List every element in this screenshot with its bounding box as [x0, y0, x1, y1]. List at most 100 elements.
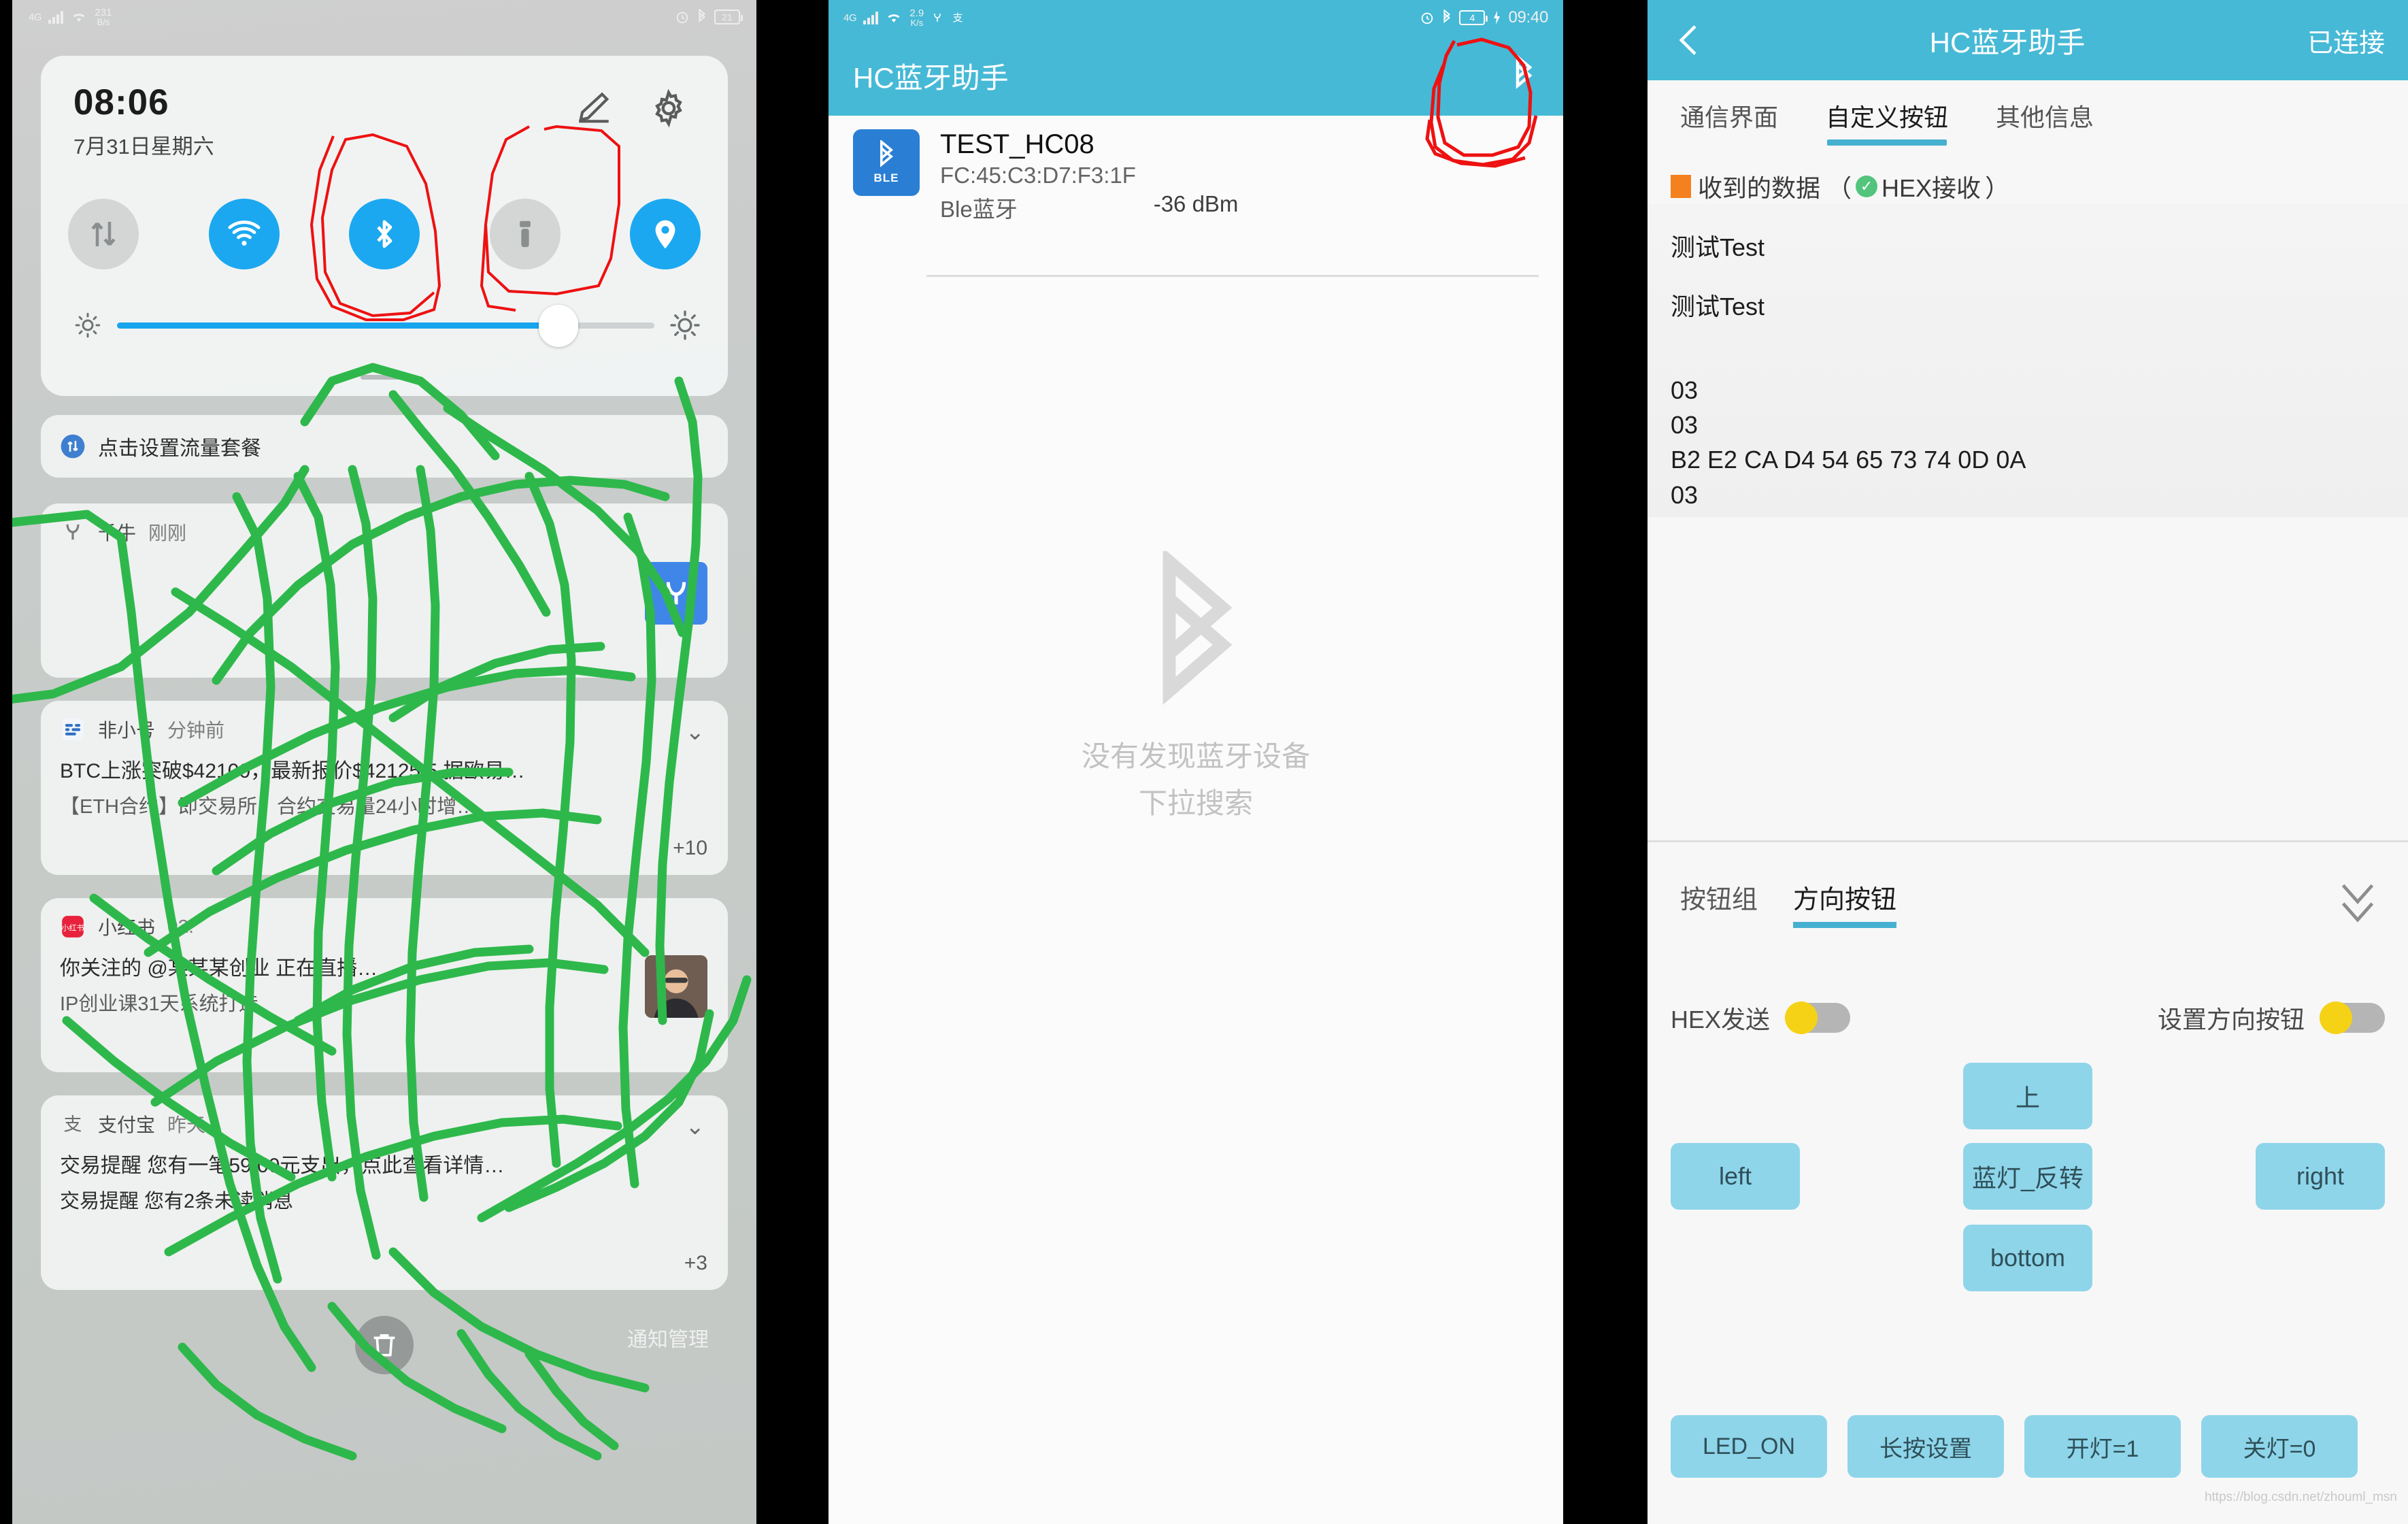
empty-state-line-1: 没有发现蓝牙设备 — [1081, 740, 1310, 772]
app-title: HC蓝牙助手 — [1929, 26, 2086, 59]
notification-alipay[interactable]: 支 支付宝 昨天 ⌄ 交易提醒 您有一笔59.00元支出，点此查看详情… 交易提… — [41, 1095, 728, 1290]
command-button-row: LED_ON 长按设置 开灯=1 关灯=0 — [1671, 1415, 2408, 1478]
connection-status: 已连接 — [2307, 29, 2385, 58]
direction-button-middle-row: left 蓝灯_反转 right — [1671, 1143, 2385, 1210]
location-pin-icon — [655, 220, 675, 249]
svg-text:支: 支 — [953, 12, 963, 24]
brightness-knob[interactable] — [539, 304, 579, 347]
log-line: 03 — [1671, 411, 1699, 440]
command-button-light-on[interactable]: 开灯=1 — [2024, 1415, 2181, 1478]
notification-xiaohongshu[interactable]: 小红书 小红书 02: 你关注的 @某某某创业 正在直播… IP创业课31天系统… — [41, 898, 728, 1072]
gear-icon[interactable] — [649, 88, 688, 128]
bluetooth-icon — [377, 220, 392, 248]
toggle-bluetooth[interactable] — [349, 199, 420, 269]
data-rate-unit: K/s — [910, 18, 924, 28]
chevron-down-icon[interactable]: ⌄ — [686, 718, 705, 746]
direction-button-right[interactable]: right — [2256, 1143, 2385, 1210]
toggle-knob — [2320, 1001, 2352, 1034]
hex-receive-group[interactable]: （ ✓ HEX接收 ） — [1827, 169, 2009, 204]
brightness-high-icon — [670, 310, 700, 340]
notification-time: 昨天 — [167, 1114, 206, 1136]
pencil-icon[interactable] — [574, 88, 614, 128]
hex-send-switch-group[interactable]: HEX发送 — [1671, 1000, 1851, 1036]
bluetooth-icon[interactable] — [1509, 55, 1539, 96]
notification-more-count: +3 — [684, 1252, 707, 1274]
chevron-down-icon[interactable]: ⌄ — [686, 1113, 705, 1140]
set-direction-switch-group[interactable]: 设置方向按钮 — [2158, 1000, 2385, 1036]
orange-marker-icon — [1671, 175, 1691, 198]
alarm-icon — [1422, 12, 1433, 24]
command-button-led-on[interactable]: LED_ON — [1671, 1415, 1827, 1478]
check-circle-icon: ✓ — [1856, 176, 1878, 197]
toggle-wifi[interactable] — [208, 199, 280, 269]
notification-line-1: 交易提醒 您有一笔59.00元支出，点此查看详情… — [60, 1155, 505, 1177]
notification-data-plan[interactable]: 点击设置流量套餐 — [41, 415, 728, 478]
hex-send-toggle[interactable] — [1785, 1001, 1851, 1034]
tab-custom-buttons[interactable]: 自定义按钮 — [1826, 98, 1948, 146]
notification-app-name: 非小号 — [98, 720, 156, 741]
log-blank — [1671, 348, 2385, 373]
network-gen-label: 4G — [29, 11, 42, 23]
direction-button-up[interactable]: 上 — [1963, 1063, 2092, 1129]
log-line: B2 E2 CA D4 54 65 73 74 0D 0A — [1671, 446, 2026, 474]
paren-open: （ — [1827, 174, 1852, 202]
log-blank — [1671, 265, 2385, 289]
direction-button-bottom[interactable]: bottom — [1963, 1225, 2092, 1291]
button-group-tabs: 按钮组 方向按钮 — [1648, 854, 2408, 934]
notification-app-name: 支付宝 — [98, 1114, 156, 1136]
svg-text:支: 支 — [64, 1114, 82, 1136]
toggle-flashlight[interactable] — [489, 199, 561, 269]
drag-handle[interactable] — [361, 375, 408, 380]
battery-icon: 21 — [714, 10, 743, 24]
clear-all-button[interactable] — [355, 1316, 414, 1374]
watermark: https://blog.csdn.net/zhouml_msn — [2204, 1490, 2397, 1504]
main-tabs: 通信界面 自定义按钮 其他信息 — [1648, 80, 2408, 155]
set-direction-toggle[interactable] — [2320, 1001, 2385, 1034]
signal-bars-icon — [863, 11, 879, 24]
command-button-light-off[interactable]: 关灯=0 — [2201, 1415, 2358, 1478]
notification-manage-link[interactable]: 通知管理 — [627, 1323, 709, 1353]
notification-app-name: 千牛 — [98, 523, 137, 544]
brightness-low-icon — [75, 312, 101, 338]
panel3-app-bar: HC蓝牙助手 已连接 — [1648, 0, 2408, 80]
tab-communication[interactable]: 通信界面 — [1680, 98, 1778, 146]
direction-button-left[interactable]: left — [1671, 1143, 1800, 1210]
paren-close: ） — [1985, 174, 2010, 202]
clock-time: 08:06 — [73, 82, 169, 122]
data-arrows-icon — [91, 222, 116, 246]
received-data-log[interactable]: 测试Test 测试Test 03 03 B2 E2 CA D4 54 65 73… — [1648, 204, 2408, 517]
chevron-left-icon[interactable] — [1671, 21, 1707, 59]
notification-line-1: 你关注的 @某某某创业 正在直播… — [60, 957, 378, 980]
xiaohongshu-icon: 小红书 — [61, 916, 84, 938]
command-button-long-press-setting[interactable]: 长按设置 — [1847, 1415, 2004, 1478]
alipay-icon: 支 — [953, 12, 963, 24]
network-gen-label: 4G — [843, 12, 857, 24]
empty-state-line-2: 下拉搜索 — [1138, 787, 1253, 819]
ble-device-row[interactable]: BLE TEST_HC08 FC:45:C3:D7:F3:1F Ble蓝牙 -3… — [829, 129, 1563, 224]
notification-feixiaohao[interactable]: 非小号 分钟前 ⌄ BTC上涨突破$42100，最新报价$42125.5 据欧易… — [41, 701, 728, 875]
tab-direction-buttons[interactable]: 方向按钮 — [1793, 878, 1897, 928]
app-title: HC蓝牙助手 — [853, 61, 1009, 94]
toggle-mobile-data[interactable] — [68, 199, 139, 269]
signal-bars-icon — [48, 10, 64, 24]
ble-badge-label: BLE — [873, 171, 899, 184]
notification-qianniu[interactable]: 千牛 刚刚 — [41, 503, 728, 678]
received-data-header: 收到的数据 （ ✓ HEX接收 ） — [1671, 169, 2009, 204]
ble-scan-panel: 4G 2.9 K/s 支 4 09:40 HC蓝牙助手 BLE TEST_HC0… — [829, 0, 1563, 1524]
log-line: 03 — [1671, 480, 1699, 509]
toggle-location[interactable] — [630, 199, 701, 269]
double-chevron-down-icon[interactable] — [2336, 878, 2379, 929]
direction-button-center[interactable]: 蓝灯_反转 — [1963, 1143, 2092, 1210]
status-clock: 09:40 — [1508, 8, 1548, 27]
tab-button-group[interactable]: 按钮组 — [1680, 878, 1758, 928]
data-rate-value: 231 — [95, 7, 112, 18]
brightness-slider[interactable] — [117, 304, 654, 347]
tab-other-info[interactable]: 其他信息 — [1996, 98, 2094, 146]
received-data-label: 收到的数据 — [1698, 174, 1821, 202]
notification-time: 02: — [167, 916, 194, 937]
notification-time: 刚刚 — [148, 523, 187, 544]
quick-toggle-row — [68, 199, 701, 269]
set-direction-label: 设置方向按钮 — [2157, 1006, 2305, 1033]
hc-bluetooth-assistant-panel: HC蓝牙助手 已连接 通信界面 自定义按钮 其他信息 收到的数据 （ ✓ HEX… — [1648, 0, 2408, 1524]
ble-badge-icon: BLE — [853, 129, 920, 196]
